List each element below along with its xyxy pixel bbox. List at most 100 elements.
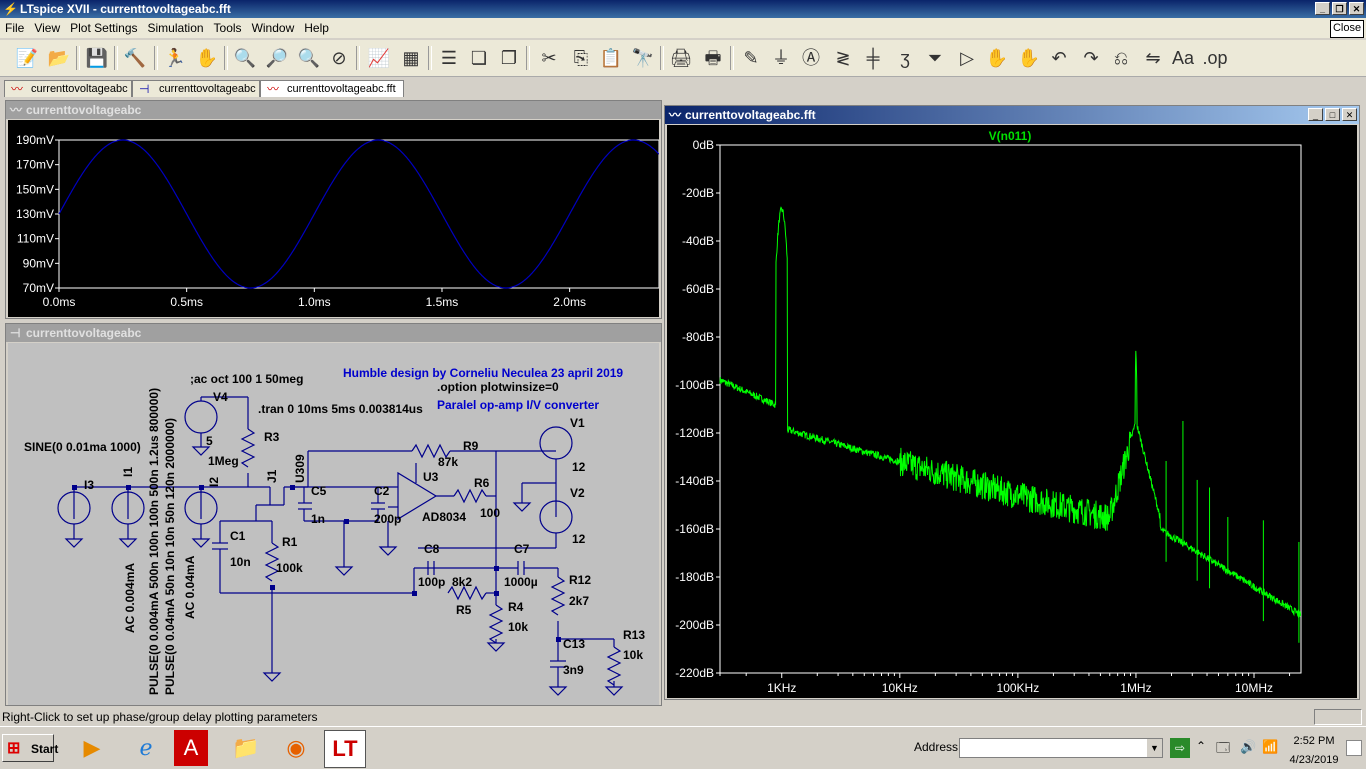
- tile-horizontal-icon[interactable]: ☰: [436, 45, 462, 71]
- find-icon[interactable]: 🔭: [630, 45, 656, 71]
- label-icon[interactable]: Ⓐ: [798, 45, 824, 71]
- r1-value: 100k: [276, 561, 303, 575]
- c5-value: 1n: [311, 512, 325, 526]
- r3-value: 1Meg: [208, 454, 239, 468]
- network-icon[interactable]: 📶: [1262, 739, 1278, 755]
- tab-schematic[interactable]: ⊣ currenttovoltageabc: [132, 80, 260, 97]
- c8-value: 100p: [418, 575, 445, 589]
- show-hidden-icon[interactable]: ⌃: [1196, 739, 1206, 753]
- notification-icon[interactable]: [1346, 740, 1362, 756]
- status-text: Right-Click to set up phase/group delay …: [2, 710, 318, 724]
- i1-label: I1: [121, 467, 135, 477]
- schematic-canvas[interactable]: ;ac oct 100 1 50meg .tran 0 10ms 5ms 0.0…: [8, 343, 659, 705]
- resistor-icon[interactable]: ≷: [830, 45, 856, 71]
- menu-window[interactable]: Window: [247, 18, 300, 38]
- time-plot-window: 〰 currenttovoltageabc 190mV 170mV 150mV 130m…: [5, 100, 662, 319]
- waveform-icon: 〰: [669, 108, 682, 122]
- pan-icon[interactable]: 🔎: [264, 45, 290, 71]
- go-icon[interactable]: ⇨: [1170, 738, 1190, 758]
- copy-icon[interactable]: ⎘: [568, 45, 594, 71]
- autorange-icon[interactable]: 📈: [366, 45, 392, 71]
- minimize-button[interactable]: _: [1315, 2, 1330, 15]
- redo-icon[interactable]: ↷: [1078, 45, 1104, 71]
- save-icon[interactable]: 💾: [84, 45, 110, 71]
- ie-icon[interactable]: ℯ: [126, 730, 166, 766]
- wires: [57, 396, 624, 696]
- inductor-icon[interactable]: ʒ: [892, 45, 918, 71]
- spice-directive-icon[interactable]: .op: [1202, 45, 1228, 71]
- menu-view[interactable]: View: [29, 18, 65, 38]
- tab-fft[interactable]: 〰 currenttovoltageabc.fft: [260, 80, 404, 97]
- device-icon[interactable]: 🗔: [1216, 739, 1230, 761]
- mirror-icon[interactable]: ⇋: [1140, 45, 1166, 71]
- fft-maximize-button[interactable]: □: [1325, 108, 1340, 121]
- volume-icon[interactable]: 🔊: [1240, 739, 1256, 755]
- tran-directive: .tran 0 10ms 5ms 0.003814us: [258, 402, 423, 416]
- halt-icon[interactable]: ✋: [194, 45, 220, 71]
- ltspice-taskbar-icon[interactable]: LT: [324, 730, 366, 768]
- print-preview-icon[interactable]: 🖨: [668, 45, 694, 71]
- address-dropdown-icon[interactable]: ▼: [1147, 739, 1162, 757]
- time-plot-canvas[interactable]: 190mV 170mV 150mV 130mV 110mV 90mV 70mV 0.0ms 0.…: [8, 120, 660, 317]
- menu-tools[interactable]: Tools: [209, 18, 247, 38]
- menu-simulation[interactable]: Simulation: [143, 18, 209, 38]
- firefox-icon[interactable]: ◉: [276, 730, 316, 766]
- status-panel: [1314, 709, 1362, 725]
- run-icon[interactable]: 🏃: [162, 45, 188, 71]
- close-button[interactable]: ✕: [1349, 2, 1364, 15]
- control-panel-icon[interactable]: 🔨: [122, 45, 148, 71]
- ground-icon[interactable]: ⏚: [768, 45, 794, 71]
- y-tick-label: 130mV: [16, 207, 54, 221]
- start-button[interactable]: ⊞ Start: [2, 734, 58, 762]
- paste-icon[interactable]: 📋: [598, 45, 624, 71]
- zoom-in-icon[interactable]: 🔍: [232, 45, 258, 71]
- clock[interactable]: 2:52 PM 4/23/2019: [1284, 734, 1344, 767]
- r4-label: R4: [508, 600, 524, 614]
- print-icon[interactable]: 🖶: [700, 45, 726, 71]
- y-tick-label: 90mV: [23, 256, 54, 270]
- file-explorer-icon[interactable]: 📁: [226, 730, 266, 766]
- restore-button[interactable]: ❐: [1332, 2, 1347, 15]
- sine-label: SINE(0 0.01ma 1000): [24, 440, 141, 454]
- media-player-icon[interactable]: ▶: [72, 730, 112, 766]
- close-tooltip[interactable]: Close: [1330, 20, 1364, 38]
- fft-plot-window: 〰 currenttovoltageabc.fft _ □ ✕ V(n011) 0d…: [664, 105, 1360, 700]
- component-icon[interactable]: ▷: [954, 45, 980, 71]
- y-tick-label: -120dB: [675, 426, 714, 440]
- new-schematic-icon[interactable]: 📝: [14, 45, 40, 71]
- option-directive: .option plotwinsize=0: [437, 380, 559, 394]
- time-plot-title: 〰 currenttovoltageabc: [6, 101, 661, 119]
- acrobat-icon[interactable]: A: [174, 730, 208, 766]
- cascade-icon[interactable]: ❏: [466, 45, 492, 71]
- r4-value: 10k: [508, 620, 528, 634]
- r5-label: R5: [456, 603, 472, 617]
- fft-close-button[interactable]: ✕: [1342, 108, 1357, 121]
- text-icon[interactable]: Aa: [1170, 45, 1196, 71]
- grid-icon[interactable]: ▦: [398, 45, 424, 71]
- drag-icon[interactable]: ✋: [1016, 45, 1042, 71]
- tab-waveform[interactable]: 〰 currenttovoltageabc: [4, 80, 132, 97]
- undo-icon[interactable]: ↶: [1046, 45, 1072, 71]
- zoom-out-icon[interactable]: 🔍: [296, 45, 322, 71]
- menu-plot-settings[interactable]: Plot Settings: [65, 18, 142, 38]
- rotate-icon[interactable]: ⎌: [1108, 45, 1134, 71]
- capacitor-icon[interactable]: ╪: [860, 45, 886, 71]
- diode-icon[interactable]: ⏷: [922, 45, 948, 71]
- menu-help[interactable]: Help: [299, 18, 334, 38]
- move-icon[interactable]: ✋: [984, 45, 1010, 71]
- menu-file[interactable]: File: [0, 18, 29, 38]
- zoom-fit-icon[interactable]: ⊘: [326, 45, 352, 71]
- cut-icon[interactable]: ✂: [536, 45, 562, 71]
- tile-vertical-icon[interactable]: ❐: [496, 45, 522, 71]
- fft-minimize-button[interactable]: _: [1308, 108, 1323, 121]
- waveform-icon: 〰: [11, 82, 24, 96]
- address-input[interactable]: [959, 738, 1163, 758]
- open-icon[interactable]: 📂: [46, 45, 72, 71]
- fft-plot-canvas[interactable]: V(n011) 0dB -20dB -40dB -60dB -80dB -100dB -120…: [667, 125, 1357, 698]
- x-tick-label: 0.5ms: [170, 295, 203, 309]
- tab-bar: 〰 currenttovoltageabc ⊣ currenttovoltageab…: [0, 78, 1366, 98]
- c1-label: C1: [230, 529, 246, 543]
- wire-icon[interactable]: ✎: [738, 45, 764, 71]
- v1-value: 12: [572, 460, 586, 474]
- desc-note: Paralel op-amp I/V converter: [437, 398, 599, 412]
